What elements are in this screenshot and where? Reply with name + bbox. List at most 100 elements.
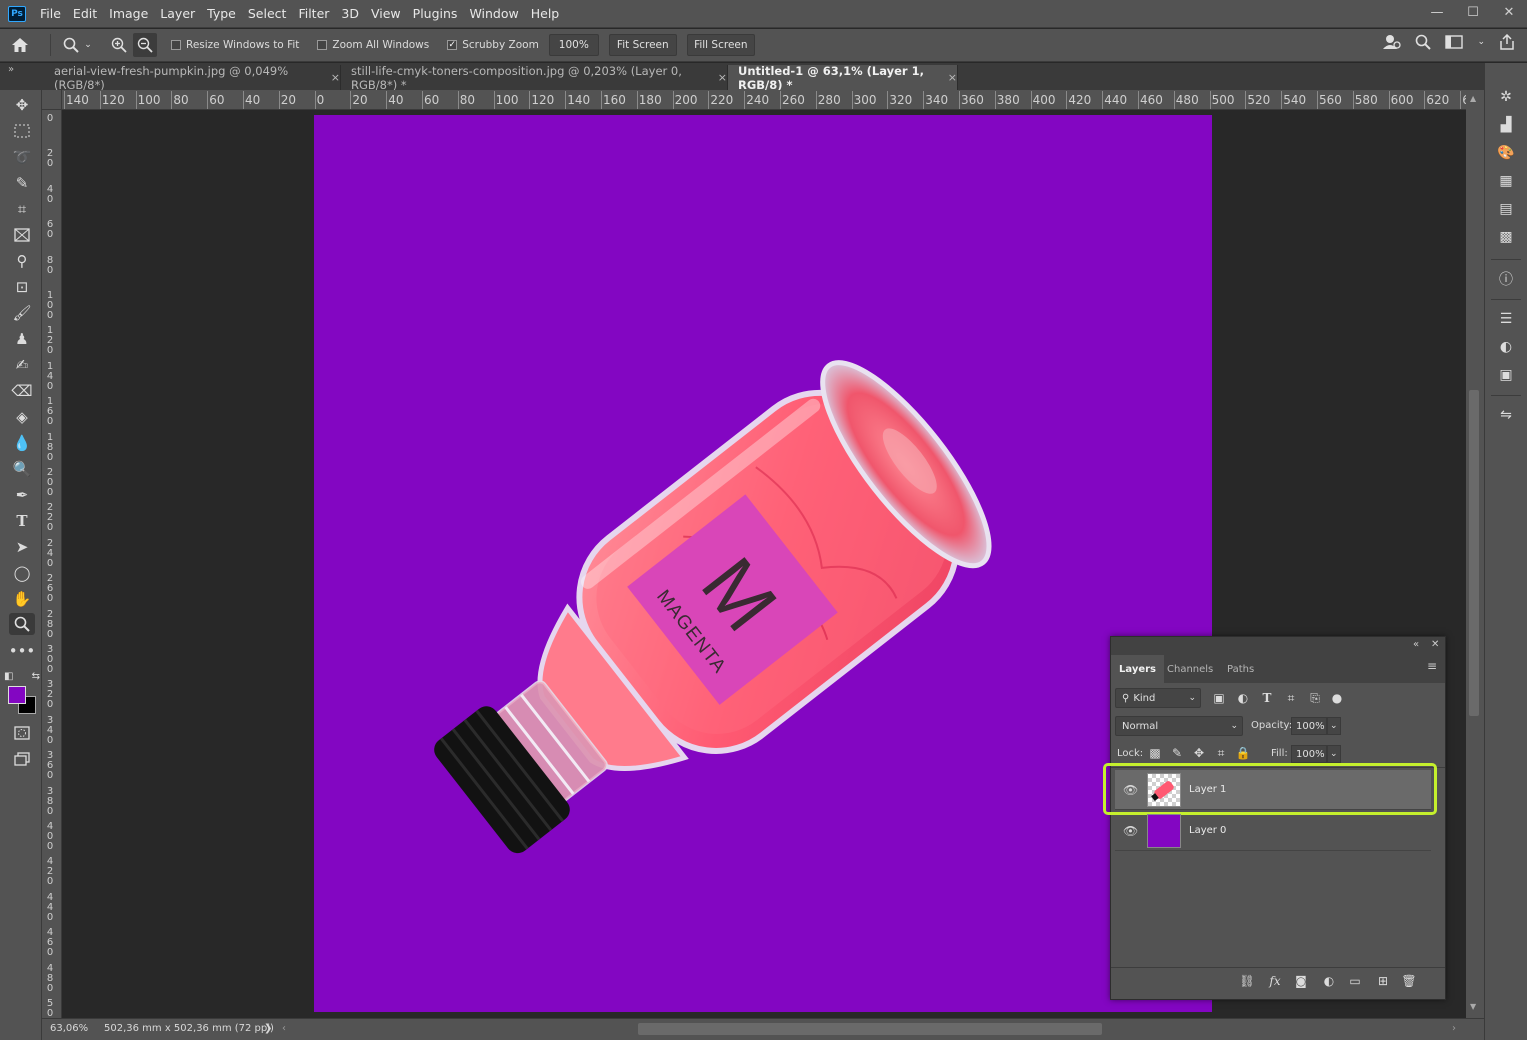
- lock-transparent-icon[interactable]: ▩: [1147, 745, 1163, 761]
- fill-screen-button[interactable]: Fill Screen: [686, 34, 755, 56]
- horizontal-ruler[interactable]: 140 120 100 80 60 40 20 0 20 40 60 80 100 120 140 160 18…: [62, 90, 1466, 110]
- lock-all-icon[interactable]: 🔒: [1235, 745, 1251, 761]
- horizontal-scroll-thumb[interactable]: [638, 1023, 1102, 1035]
- new-layer-icon[interactable]: ⊞: [1375, 973, 1391, 989]
- screen-mode-icon[interactable]: [9, 748, 35, 770]
- foreground-color-swatch[interactable]: [8, 686, 26, 704]
- path-selection-tool-icon[interactable]: ➤: [9, 536, 35, 558]
- default-colors-icon[interactable]: ◧: [4, 671, 13, 682]
- share-icon[interactable]: [1499, 34, 1515, 50]
- pen-tool-icon[interactable]: ✒: [9, 484, 35, 506]
- scroll-right-arrow[interactable]: ›: [1452, 1023, 1456, 1034]
- quick-selection-tool-icon[interactable]: ✎: [9, 172, 35, 194]
- layer-filter-kind[interactable]: ⚲ Kind ⌄: [1115, 688, 1201, 708]
- scrubby-zoom-checkbox[interactable]: ✓ Scrubby Zoom: [447, 39, 539, 51]
- minimize-button[interactable]: —: [1419, 0, 1455, 24]
- opacity-field[interactable]: 100%: [1291, 717, 1327, 735]
- navigator-icon[interactable]: ✲: [1494, 87, 1518, 107]
- zoom-tool-icon[interactable]: [61, 37, 81, 53]
- menu-filter[interactable]: Filter: [292, 0, 335, 28]
- menu-select[interactable]: Select: [242, 0, 293, 28]
- eraser-tool-icon[interactable]: ⌫: [9, 380, 35, 402]
- history-brush-tool-icon[interactable]: ✍: [9, 354, 35, 376]
- opacity-dropdown[interactable]: ⌄: [1327, 717, 1341, 735]
- frame-tool-icon[interactable]: [9, 224, 35, 246]
- chevron-down-icon[interactable]: ⌄: [81, 40, 95, 50]
- hand-tool-icon[interactable]: ✋: [9, 588, 35, 610]
- workspace-icon[interactable]: [1445, 35, 1464, 49]
- lock-image-icon[interactable]: ✎: [1169, 745, 1185, 761]
- menu-3d[interactable]: 3D: [335, 0, 365, 28]
- visibility-eye-icon[interactable]: 👁: [1123, 824, 1138, 838]
- color-icon[interactable]: 🎨: [1494, 143, 1518, 163]
- menu-file[interactable]: File: [34, 0, 67, 28]
- new-adjustment-layer-icon[interactable]: ◐: [1321, 973, 1337, 989]
- tab-paths[interactable]: Paths: [1219, 655, 1262, 683]
- vertical-ruler[interactable]: 0 20 40 60 80 100 120 140 160 180 200 220 240 260 280 3…: [42, 110, 62, 1018]
- add-mask-icon[interactable]: ◙: [1293, 973, 1309, 989]
- paint-bucket-tool-icon[interactable]: ◈: [9, 406, 35, 428]
- document-canvas[interactable]: M MAGENTA: [314, 115, 1212, 1012]
- zoom-out-icon[interactable]: [133, 33, 157, 57]
- brush-tool-icon[interactable]: 🖌: [9, 302, 35, 324]
- link-layers-icon[interactable]: ⛓: [1239, 973, 1255, 989]
- zoom-all-windows-checkbox[interactable]: Zoom All Windows: [317, 39, 429, 51]
- close-panel-icon[interactable]: ✕: [1431, 639, 1439, 650]
- fill-field[interactable]: 100%: [1291, 745, 1327, 763]
- patterns-icon[interactable]: ▩: [1494, 227, 1518, 247]
- layer-row-layer-0[interactable]: 👁 Layer 0: [1115, 811, 1431, 851]
- menu-edit[interactable]: Edit: [67, 0, 103, 28]
- resize-windows-checkbox[interactable]: Resize Windows to Fit: [171, 39, 299, 51]
- close-button[interactable]: ✕: [1491, 0, 1527, 24]
- adjustments-icon[interactable]: ◐: [1494, 337, 1518, 357]
- close-icon[interactable]: ×: [718, 71, 727, 84]
- chevron-down-icon[interactable]: ⌄: [1477, 37, 1485, 47]
- zoom-percent-field[interactable]: 100%: [548, 34, 599, 56]
- close-icon[interactable]: ×: [948, 71, 957, 84]
- menu-image[interactable]: Image: [103, 0, 154, 28]
- lock-position-icon[interactable]: ✥: [1191, 745, 1207, 761]
- delete-layer-icon[interactable]: 🗑: [1401, 973, 1417, 989]
- panel-menu-icon[interactable]: ≡: [1427, 659, 1437, 673]
- zoom-tool-icon[interactable]: [9, 613, 35, 635]
- close-icon[interactable]: ×: [331, 71, 340, 84]
- move-tool-icon[interactable]: ✥: [9, 94, 35, 116]
- blur-tool-icon[interactable]: 💧: [9, 432, 35, 454]
- healing-brush-tool-icon[interactable]: ⊡: [9, 276, 35, 298]
- crop-tool-icon[interactable]: ⌗: [9, 198, 35, 220]
- swatches-icon[interactable]: ▦: [1494, 171, 1518, 191]
- dodge-tool-icon[interactable]: 🔍: [9, 458, 35, 480]
- layer-name[interactable]: Layer 0: [1189, 825, 1226, 836]
- zoom-in-icon[interactable]: [105, 37, 133, 53]
- tab-layers[interactable]: Layers: [1111, 655, 1164, 683]
- filter-adjustment-icon[interactable]: ◐: [1235, 690, 1251, 706]
- filter-type-icon[interactable]: T: [1259, 690, 1275, 706]
- type-tool-icon[interactable]: T: [9, 510, 35, 532]
- menu-window[interactable]: Window: [463, 0, 524, 28]
- tab-untitled[interactable]: Untitled-1 @ 63,1% (Layer 1, RGB/8) * ×: [728, 64, 958, 92]
- menu-view[interactable]: View: [365, 0, 407, 28]
- scroll-thumb[interactable]: [1469, 390, 1479, 716]
- lock-artboard-icon[interactable]: ⌗: [1213, 745, 1229, 761]
- gradients-icon[interactable]: ▤: [1494, 199, 1518, 219]
- more-tools-icon[interactable]: •••: [9, 640, 36, 662]
- scroll-left-arrow[interactable]: ‹: [282, 1023, 286, 1034]
- swap-colors-icon[interactable]: ◧ ⇆: [4, 665, 40, 687]
- ellipse-tool-icon[interactable]: ◯: [9, 562, 35, 584]
- tab-toners[interactable]: still-life-cmyk-toners-composition.jpg @…: [341, 64, 728, 92]
- properties-icon[interactable]: ☰: [1494, 309, 1518, 329]
- tab-channels[interactable]: Channels: [1159, 655, 1221, 683]
- layer-comps-icon[interactable]: ⇋: [1494, 405, 1518, 425]
- tab-pumpkin[interactable]: aerial-view-fresh-pumpkin.jpg @ 0,049% (…: [44, 64, 341, 92]
- menu-help[interactable]: Help: [525, 0, 566, 28]
- blend-mode-select[interactable]: Normal ⌄: [1115, 716, 1243, 736]
- scroll-up-arrow[interactable]: ▲: [1470, 94, 1476, 103]
- menu-plugins[interactable]: Plugins: [407, 0, 464, 28]
- collapse-panel-icon[interactable]: «: [1413, 639, 1419, 650]
- quick-mask-icon[interactable]: [9, 722, 35, 744]
- maximize-button[interactable]: ☐: [1455, 0, 1491, 24]
- info-icon[interactable]: ⓘ: [1494, 269, 1518, 289]
- home-icon[interactable]: [0, 37, 40, 53]
- clone-stamp-tool-icon[interactable]: ♟: [9, 328, 35, 350]
- vertical-scrollbar[interactable]: ▲ ▼: [1466, 90, 1484, 1018]
